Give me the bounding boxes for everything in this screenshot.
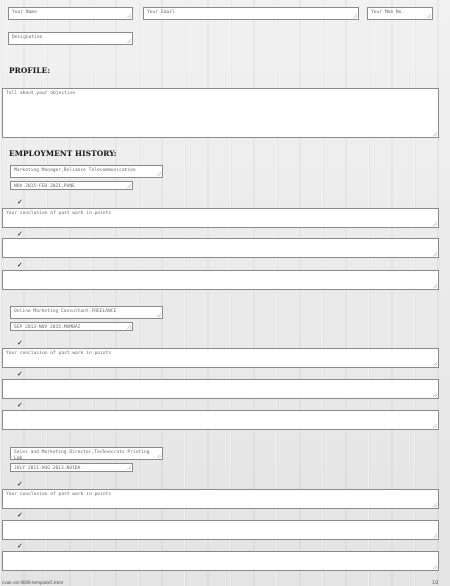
job-title-input[interactable]: Marketing Manager,Reliance Telecommunica… xyxy=(10,165,163,178)
objective-textarea[interactable]: Tell about your objective xyxy=(2,88,439,138)
work-points-textarea[interactable]: Your conclusion of past work in points xyxy=(2,208,439,228)
page-footer-filename: cvuk-cvt-0006-template5.html xyxy=(2,580,64,585)
designation-input[interactable]: Designation xyxy=(8,32,133,45)
job-title-input[interactable]: Sales and Marketing Director,Technocrats… xyxy=(10,447,163,460)
job-period-input[interactable]: SEP 2013-NOV 2015,MUMBAI xyxy=(10,322,133,331)
mobile-input[interactable]: Your Mob No. xyxy=(367,7,433,20)
job-period-input[interactable]: NOV 2015-FEB 2021,PUNE xyxy=(10,181,133,190)
check-icon: ✓ xyxy=(17,339,23,347)
check-icon: ✓ xyxy=(17,401,23,409)
check-icon: ✓ xyxy=(17,542,23,550)
employment-history-heading: EMPLOYMENT HISTORY: xyxy=(9,149,117,158)
job-period-input[interactable]: JULY 2011-AUG 2013,NOIDA xyxy=(10,463,133,472)
check-icon: ✓ xyxy=(17,370,23,378)
job-title-input[interactable]: Online Marketing Consultant,FREELANCE xyxy=(10,306,163,319)
check-icon: ✓ xyxy=(17,480,23,488)
work-points-textarea[interactable]: Your conclusion of past work in points xyxy=(2,348,439,368)
work-points-textarea[interactable] xyxy=(2,410,439,430)
name-input[interactable]: Your Name xyxy=(8,7,133,20)
check-icon: ✓ xyxy=(17,511,23,519)
check-icon: ✓ xyxy=(17,198,23,206)
check-icon: ✓ xyxy=(17,230,23,238)
email-input[interactable]: Your Email xyxy=(143,7,359,20)
work-points-textarea[interactable]: Your conclusion of past work in points xyxy=(2,489,439,509)
work-points-textarea[interactable] xyxy=(2,551,439,571)
profile-heading: PROFILE: xyxy=(9,66,51,75)
check-icon: ✓ xyxy=(17,261,23,269)
page-number: 1/2 xyxy=(432,580,439,585)
work-points-textarea[interactable] xyxy=(2,379,439,399)
work-points-textarea[interactable] xyxy=(2,520,439,540)
work-points-textarea[interactable] xyxy=(2,270,439,290)
work-points-textarea[interactable] xyxy=(2,238,439,258)
